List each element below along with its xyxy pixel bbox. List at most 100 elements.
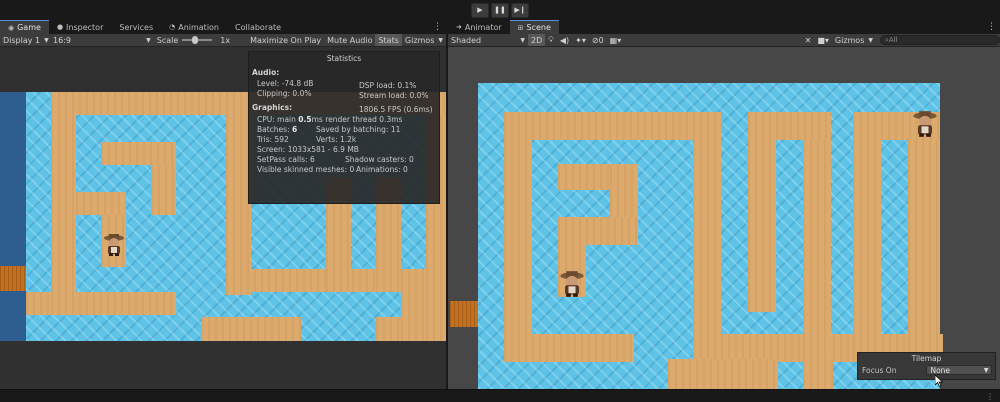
animator-icon: ➜: [456, 23, 462, 31]
hidden-count: 0: [598, 35, 604, 45]
tab-label: Scene: [526, 23, 551, 32]
stat-setpass: SetPass calls: 6: [257, 155, 315, 164]
tab-inspector[interactable]: ● Inspector: [49, 20, 111, 34]
play-controls: ▶ ❚❚ ▶❙: [0, 0, 1000, 20]
scene-viewport[interactable]: [448, 47, 1000, 389]
camera-icon[interactable]: ■▾: [814, 36, 832, 45]
chevron-down-icon: ▼: [44, 36, 49, 44]
tools-icon[interactable]: ✕: [802, 36, 815, 45]
tilemap-title: Tilemap: [911, 354, 942, 363]
chevron-down-icon: ▼: [146, 36, 151, 44]
tab-scene[interactable]: ⊞ Scene: [509, 20, 559, 34]
sand-path: [504, 112, 714, 140]
grid-icon: ⊞: [517, 23, 524, 32]
cpu-main-value: 0.5: [298, 115, 312, 124]
display-value: Display 1: [3, 35, 41, 45]
sand-path: [803, 359, 833, 389]
tab-animation[interactable]: ◔ Animation: [161, 20, 227, 34]
sand-path: [101, 142, 176, 165]
clock-icon: ◔: [169, 23, 176, 31]
step-icon[interactable]: ▶❙: [511, 2, 529, 18]
wall-tile: [0, 92, 26, 341]
scene-gizmos-dropdown[interactable]: Gizmos ▼: [832, 34, 876, 46]
search-placeholder: All: [888, 36, 898, 44]
graphics-header: Graphics:: [252, 103, 293, 112]
gamepad-icon: ◉: [8, 23, 15, 32]
stat-screen: Screen: 1033x581 - 6.9 MB: [257, 145, 359, 154]
scale-label: Scale: [156, 35, 179, 45]
stat-animations: Animations: 0: [356, 165, 408, 174]
tab-label: Collaborate: [235, 22, 282, 32]
display-dropdown[interactable]: Display 1 ▼: [0, 34, 50, 46]
maximize-on-play-toggle[interactable]: Maximize On Play: [247, 34, 324, 46]
sand-path: [76, 192, 126, 215]
tab-game[interactable]: ◉ Game: [0, 20, 49, 34]
focus-on-dropdown[interactable]: None ▼: [926, 365, 993, 375]
scale-control: Scale 1x: [154, 34, 233, 46]
player-sprite[interactable]: [559, 270, 585, 298]
sand-path: [401, 292, 426, 341]
tab-label: Inspector: [66, 22, 104, 32]
2d-label: 2D: [531, 35, 543, 45]
chevron-down-icon: ▼: [983, 366, 989, 374]
audio-icon[interactable]: ◀): [557, 36, 572, 45]
mouse-cursor-icon: [935, 375, 943, 387]
sand-path: [26, 292, 51, 315]
sand-path: [201, 317, 301, 341]
2d-toggle[interactable]: 2D: [528, 34, 546, 46]
kebab-menu-icon[interactable]: ⋮: [987, 22, 996, 32]
statistics-overlay: Statistics Audio: Level: -74.8 dB DSP lo…: [248, 51, 440, 204]
sand-path: [693, 112, 721, 362]
stat-shadow: Shadow casters: 0: [345, 155, 414, 164]
scale-slider[interactable]: [182, 36, 213, 44]
hidden-objects-icon[interactable]: ⊘0: [589, 36, 607, 45]
tab-collaborate[interactable]: Collaborate: [227, 20, 289, 34]
tab-services[interactable]: Services: [111, 20, 161, 34]
grid-snap-icon[interactable]: ▦▾: [607, 36, 625, 45]
stat-skinned: Visible skinned meshes: 0: [257, 165, 355, 174]
effects-icon[interactable]: ✦▾: [572, 36, 589, 45]
sand-path: [504, 334, 634, 362]
dock-tile: [450, 301, 478, 327]
tab-animator[interactable]: ➜ Animator: [448, 20, 510, 34]
scale-value: 1x: [220, 35, 231, 45]
status-icon: ⋮: [986, 392, 994, 401]
right-tab-bar: ➜ Animator ⊞ Scene ⋮: [448, 20, 1000, 34]
aspect-dropdown[interactable]: 16:9 ▼: [50, 34, 154, 46]
play-icon[interactable]: ▶: [471, 2, 489, 18]
scene-panel: ➜ Animator ⊞ Scene ⋮ Shaded ▼ 2D 💡︎ ◀) ✦…: [448, 20, 1000, 389]
stat-tris: Tris: 592: [257, 135, 289, 144]
sand-path: [51, 292, 176, 315]
sand-path: [853, 112, 881, 362]
sand-path: [668, 359, 778, 389]
mute-label: Mute Audio: [327, 35, 373, 45]
mute-audio-toggle[interactable]: Mute Audio: [324, 34, 375, 46]
stat-verts: Verts: 1.2k: [316, 135, 357, 144]
focus-on-value: None: [930, 365, 951, 375]
shading-value: Shaded: [451, 35, 482, 45]
scene-search-input[interactable]: ⌕ All: [880, 35, 1000, 45]
batches-value: 6: [292, 125, 298, 134]
npc-sprite[interactable]: [912, 110, 938, 138]
stat-saved: Saved by batching: 11: [316, 125, 401, 134]
pause-icon[interactable]: ❚❚: [491, 2, 509, 18]
tab-label: Game: [17, 23, 41, 32]
stats-label: Stats: [378, 35, 399, 45]
gizmos-label: Gizmos: [834, 35, 865, 45]
light-icon[interactable]: 💡︎: [545, 35, 557, 45]
sand-path: [803, 112, 831, 362]
stat-level: Level: -74.8 dB: [257, 79, 314, 88]
stat-batches: Batches: 6: [257, 125, 297, 134]
sand-path: [51, 92, 76, 292]
sand-path: [558, 217, 638, 245]
scene-toolbar: Shaded ▼ 2D 💡︎ ◀) ✦▾ ⊘0 ▦▾ ✕ ■▾ Gizmos ▼…: [448, 34, 1000, 47]
gizmos-toggle[interactable]: Gizmos ▼: [402, 34, 446, 46]
chevron-down-icon[interactable]: ▼: [438, 37, 443, 44]
game-panel: ◉ Game ● Inspector Services ◔ Animation …: [0, 20, 446, 389]
dock-tile: [0, 266, 26, 291]
chevron-down-icon: ▼: [868, 36, 873, 44]
stats-toggle[interactable]: Stats: [375, 34, 402, 46]
shading-dropdown[interactable]: Shaded ▼: [448, 34, 528, 46]
kebab-menu-icon[interactable]: ⋮: [433, 22, 442, 32]
player-sprite[interactable]: [103, 233, 125, 257]
